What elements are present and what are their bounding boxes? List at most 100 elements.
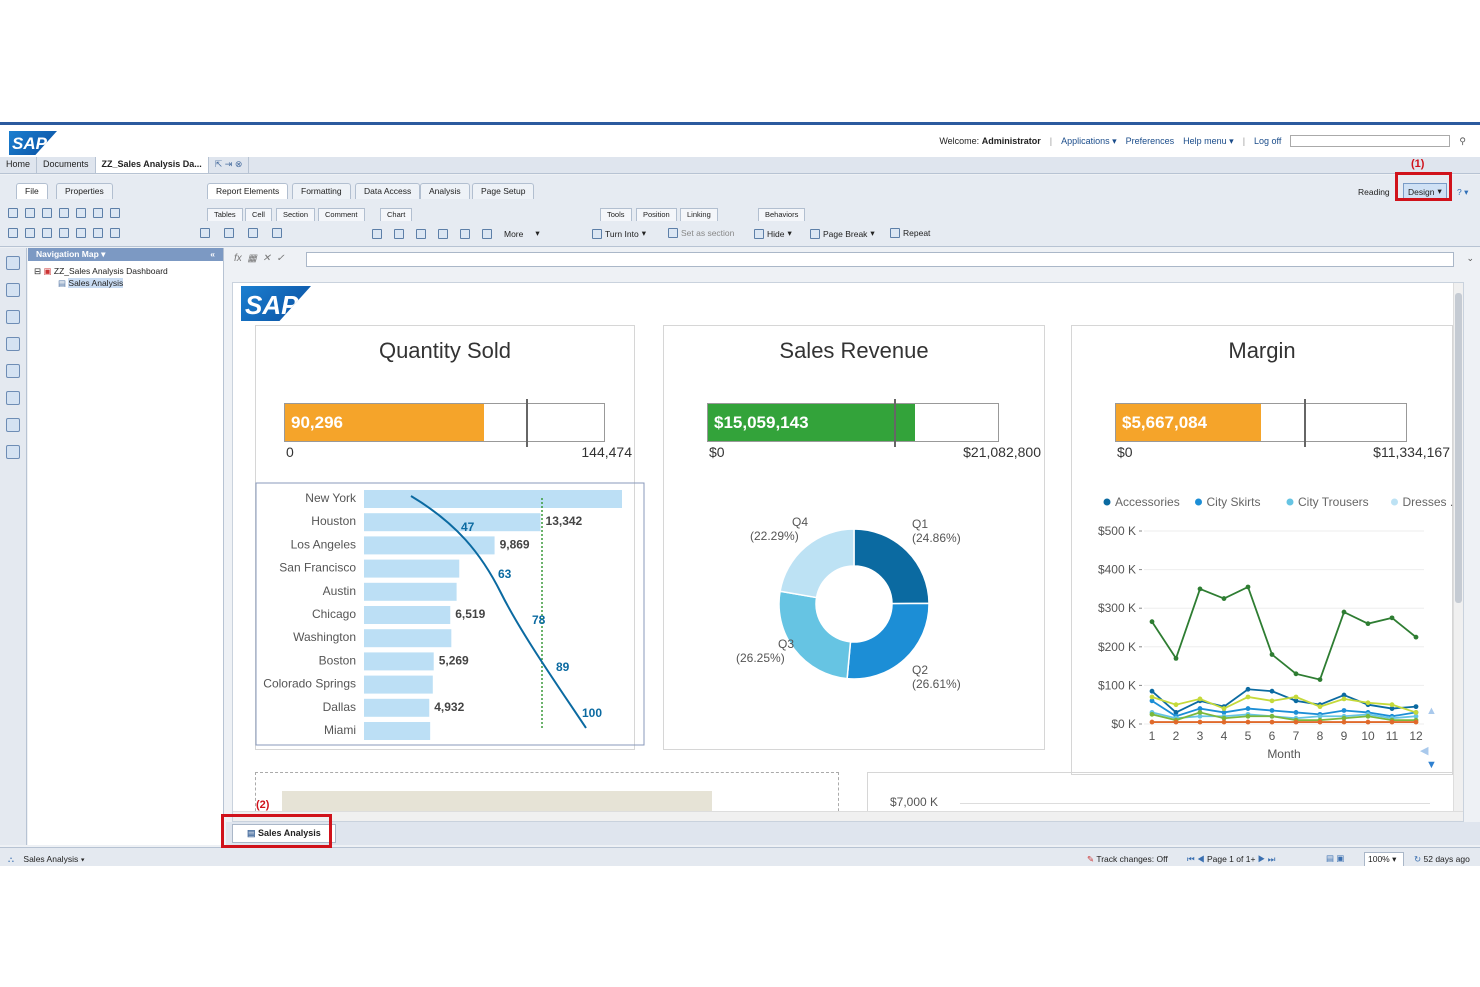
gauge-chart-icon[interactable]: [482, 228, 492, 239]
open-icon[interactable]: [25, 208, 35, 218]
donut-pct-label: (22.29%): [750, 529, 799, 543]
tab-documents[interactable]: Documents: [37, 157, 96, 173]
page-nav[interactable]: ⏮ ◀ Page 1 of 1+ ▶ ⏭: [1187, 854, 1275, 865]
table-icon[interactable]: [200, 228, 210, 238]
mail-icon[interactable]: [110, 208, 120, 218]
ribbon-tab-data-access[interactable]: Data Access: [355, 183, 421, 199]
copy-icon[interactable]: [59, 228, 69, 238]
redo-icon[interactable]: [25, 228, 35, 238]
chart-toolbar: More ▾: [372, 228, 540, 239]
undo-icon[interactable]: [8, 228, 18, 238]
more-charts-button[interactable]: More: [504, 229, 523, 239]
series-point: [1341, 609, 1347, 615]
margin-panel[interactable]: Margin $5,667,084 $0 $11,334,167 Accesso…: [1071, 325, 1460, 775]
search-input[interactable]: [1290, 135, 1451, 147]
tree-root[interactable]: ⊟ ▣ ZZ_Sales Analysis Dashboard: [34, 266, 168, 277]
crosstab-icon[interactable]: [248, 228, 258, 238]
save-icon[interactable]: [42, 208, 52, 218]
filters-icon[interactable]: [6, 310, 20, 324]
web-service-icon[interactable]: [6, 364, 20, 378]
ribbon-tab-formatting[interactable]: Formatting: [292, 183, 351, 199]
document-summary-icon[interactable]: [6, 256, 20, 270]
help-icon[interactable]: ? ▾: [1457, 187, 1468, 198]
vertical-scrollbar[interactable]: [1453, 283, 1463, 813]
preferences-link[interactable]: Preferences: [1126, 136, 1175, 146]
sales-revenue-panel[interactable]: Sales Revenue $15,059,143 $0 $21,082,800…: [663, 325, 1045, 750]
paste-icon[interactable]: [76, 228, 86, 238]
expand-icon[interactable]: ⌄: [1466, 253, 1474, 264]
log-off-link[interactable]: Log off: [1254, 136, 1281, 146]
pie-chart-icon[interactable]: [416, 228, 426, 239]
revenue-max: $21,082,800: [963, 444, 1041, 460]
new-icon[interactable]: [8, 208, 18, 218]
subtab-tools[interactable]: Tools: [600, 208, 632, 221]
view-mode-icons[interactable]: ▤ ▣: [1326, 853, 1344, 864]
callout-1-box: [1395, 172, 1452, 201]
refresh-status[interactable]: ↻ 52 days ago: [1414, 854, 1470, 865]
column-icon[interactable]: [224, 228, 234, 238]
horizontal-scrollbar[interactable]: [233, 811, 1463, 821]
quarter-donut-chart[interactable]: Q1(24.86%) Q2(26.61%) Q3(26.25%) Q4(22.29%): [664, 486, 1046, 746]
series-point: [1413, 704, 1419, 710]
point-chart-icon[interactable]: [438, 228, 448, 239]
search-icon[interactable]: ⚲: [1459, 136, 1466, 147]
input-controls-icon[interactable]: [6, 337, 20, 351]
formula-input[interactable]: [306, 252, 1454, 267]
status-left[interactable]: ⛬ Sales Analysis ▾: [8, 854, 85, 865]
subtab-chart[interactable]: Chart: [380, 208, 413, 221]
line-chart-icon[interactable]: [394, 228, 404, 239]
subtab-tables[interactable]: Tables: [207, 208, 243, 221]
page-break-button[interactable]: Page Break ▾: [810, 228, 875, 239]
tab-report[interactable]: ZZ_Sales Analysis Da...: [95, 157, 209, 173]
subtab-position[interactable]: Position: [636, 208, 677, 221]
navigation-map-header[interactable]: Navigation Map ▾ «: [28, 248, 223, 261]
navigation-map-icon[interactable]: [6, 283, 20, 297]
print-icon[interactable]: [59, 208, 69, 218]
track-changes[interactable]: ✎ Track changes: Off: [1087, 854, 1168, 865]
export-icon[interactable]: [93, 208, 103, 218]
hide-button[interactable]: Hide ▾: [754, 228, 792, 239]
map-chart-icon[interactable]: [460, 228, 470, 239]
monthly-line-chart[interactable]: Accessories City Skirts City Trousers Dress…: [1072, 486, 1460, 771]
reading-mode-button[interactable]: Reading: [1358, 187, 1390, 197]
repeat-button[interactable]: Repeat: [890, 228, 930, 238]
ribbon-tab-properties[interactable]: Properties: [56, 183, 113, 199]
city-bar-chart[interactable]: New York Houston 13,342 Los Angeles 9,869 San…: [255, 482, 645, 748]
formula-icons[interactable]: fx ▦ ✕ ✓: [234, 253, 285, 264]
tab-home[interactable]: Home: [0, 157, 38, 173]
help-menu[interactable]: Help menu ▾: [1183, 136, 1234, 147]
set-as-section-button[interactable]: Set as section: [668, 228, 734, 238]
margin-max: $11,334,167: [1373, 444, 1450, 460]
subtab-linking[interactable]: Linking: [680, 208, 718, 221]
cut-icon[interactable]: [42, 228, 52, 238]
applications-menu[interactable]: Applications ▾: [1061, 136, 1117, 147]
subtab-cell[interactable]: Cell: [245, 208, 272, 221]
bar-value-label: 4,932: [434, 700, 464, 714]
subtab-behaviors[interactable]: Behaviors: [758, 208, 806, 221]
series-point: [1149, 694, 1155, 700]
ribbon-tab-file[interactable]: File: [16, 183, 48, 199]
ribbon-tab-page-setup[interactable]: Page Setup: [472, 183, 535, 199]
find-icon[interactable]: [76, 208, 86, 218]
delete-icon[interactable]: [93, 228, 103, 238]
subtab-comment[interactable]: Comment: [318, 208, 365, 221]
links-icon[interactable]: [6, 418, 20, 432]
series-point: [1245, 706, 1251, 711]
ribbon-tab-analysis[interactable]: Analysis: [420, 183, 470, 199]
comments-icon[interactable]: [6, 445, 20, 459]
form-icon[interactable]: [272, 228, 282, 238]
tab-controls-icon[interactable]: ⇱ ⇥ ⊗: [209, 157, 250, 173]
donut-quarter-label: Q3: [778, 637, 794, 651]
y-tick-label: $500 K: [1098, 524, 1136, 538]
refresh-icon[interactable]: [110, 228, 120, 238]
series-point: [1269, 698, 1275, 704]
data-icon[interactable]: [6, 391, 20, 405]
ribbon-tab-report-elements[interactable]: Report Elements: [207, 183, 289, 199]
quantity-sold-panel[interactable]: Quantity Sold 90,296 0 144,474 New York H…: [255, 325, 645, 750]
bar-chart-icon[interactable]: [372, 228, 382, 239]
turn-into-button[interactable]: Turn Into ▾: [592, 228, 646, 239]
tree-child[interactable]: ▤ Sales Analysis: [58, 278, 124, 289]
subtab-section[interactable]: Section: [276, 208, 316, 221]
zoom-select[interactable]: 100% ▾: [1364, 852, 1404, 866]
bar: [364, 629, 452, 648]
